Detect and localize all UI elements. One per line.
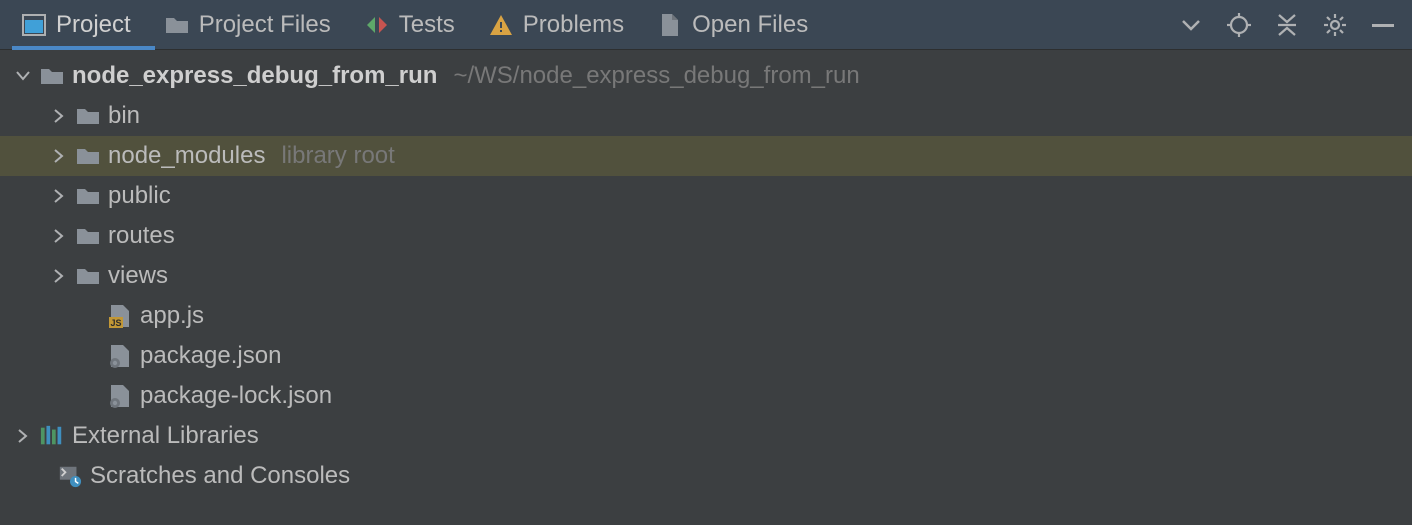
project-tree: node_express_debug_from_run ~/WS/node_ex… <box>0 50 1412 496</box>
tab-label: Tests <box>399 11 455 39</box>
target-icon[interactable] <box>1226 12 1252 38</box>
tab-label: Project <box>56 11 131 39</box>
chevron-down-icon[interactable] <box>14 67 32 85</box>
tab-tests[interactable]: Tests <box>355 0 479 49</box>
scratches-icon <box>58 464 82 488</box>
tab-open-files[interactable]: Open Files <box>648 0 832 49</box>
json-file-icon <box>108 384 132 408</box>
tree-item-bin[interactable]: bin <box>0 96 1412 136</box>
libraries-icon <box>40 424 64 448</box>
tree-item-label: views <box>108 262 168 290</box>
js-file-icon: JS <box>108 304 132 328</box>
project-tool-tabbar: Project Project Files Tests Problems <box>0 0 1412 50</box>
folder-icon <box>76 104 100 128</box>
tab-label: Project Files <box>199 11 331 39</box>
tree-item-package-json[interactable]: package.json <box>0 336 1412 376</box>
folder-icon <box>40 64 64 88</box>
tabbar-tools <box>1178 0 1412 49</box>
folder-icon <box>165 13 189 37</box>
tab-project[interactable]: Project <box>12 0 155 49</box>
gear-icon[interactable] <box>1322 12 1348 38</box>
tree-item-hint: library root <box>281 142 394 170</box>
tree-item-scratches[interactable]: Scratches and Consoles <box>0 456 1412 496</box>
minimize-icon[interactable] <box>1370 12 1396 38</box>
tree-item-label: public <box>108 182 171 210</box>
tree-root-path: ~/WS/node_express_debug_from_run <box>453 62 859 90</box>
tree-item-routes[interactable]: routes <box>0 216 1412 256</box>
tree-root[interactable]: node_express_debug_from_run ~/WS/node_ex… <box>0 56 1412 96</box>
tree-item-label: bin <box>108 102 140 130</box>
json-file-icon <box>108 344 132 368</box>
tree-item-label: node_modules <box>108 142 265 170</box>
tests-icon <box>365 13 389 37</box>
tree-item-public[interactable]: public <box>0 176 1412 216</box>
tree-item-app-js[interactable]: JS app.js <box>0 296 1412 336</box>
tree-item-label: package-lock.json <box>140 382 332 410</box>
chevron-right-icon[interactable] <box>50 187 68 205</box>
tree-item-label: External Libraries <box>72 422 259 450</box>
tree-item-label: Scratches and Consoles <box>90 462 350 490</box>
chevron-right-icon[interactable] <box>50 227 68 245</box>
tree-item-label: package.json <box>140 342 281 370</box>
folder-icon <box>76 224 100 248</box>
chevron-right-icon[interactable] <box>50 267 68 285</box>
tab-label: Problems <box>523 11 624 39</box>
svg-text:JS: JS <box>110 318 121 328</box>
chevron-right-icon[interactable] <box>14 427 32 445</box>
chevron-right-icon[interactable] <box>50 107 68 125</box>
collapse-all-icon[interactable] <box>1274 12 1300 38</box>
folder-icon <box>76 144 100 168</box>
chevron-down-icon[interactable] <box>1178 12 1204 38</box>
tree-root-name: node_express_debug_from_run <box>72 62 437 90</box>
tree-item-views[interactable]: views <box>0 256 1412 296</box>
tree-item-label: routes <box>108 222 175 250</box>
chevron-right-icon[interactable] <box>50 147 68 165</box>
tree-item-label: app.js <box>140 302 204 330</box>
tab-label: Open Files <box>692 11 808 39</box>
tree-item-package-lock-json[interactable]: package-lock.json <box>0 376 1412 416</box>
project-tool-icon <box>22 13 46 37</box>
tree-item-node-modules[interactable]: node_modules library root <box>0 136 1412 176</box>
file-icon <box>658 13 682 37</box>
tab-project-files[interactable]: Project Files <box>155 0 355 49</box>
folder-icon <box>76 264 100 288</box>
tree-item-external-libraries[interactable]: External Libraries <box>0 416 1412 456</box>
folder-icon <box>76 184 100 208</box>
tab-problems[interactable]: Problems <box>479 0 648 49</box>
warning-icon <box>489 13 513 37</box>
